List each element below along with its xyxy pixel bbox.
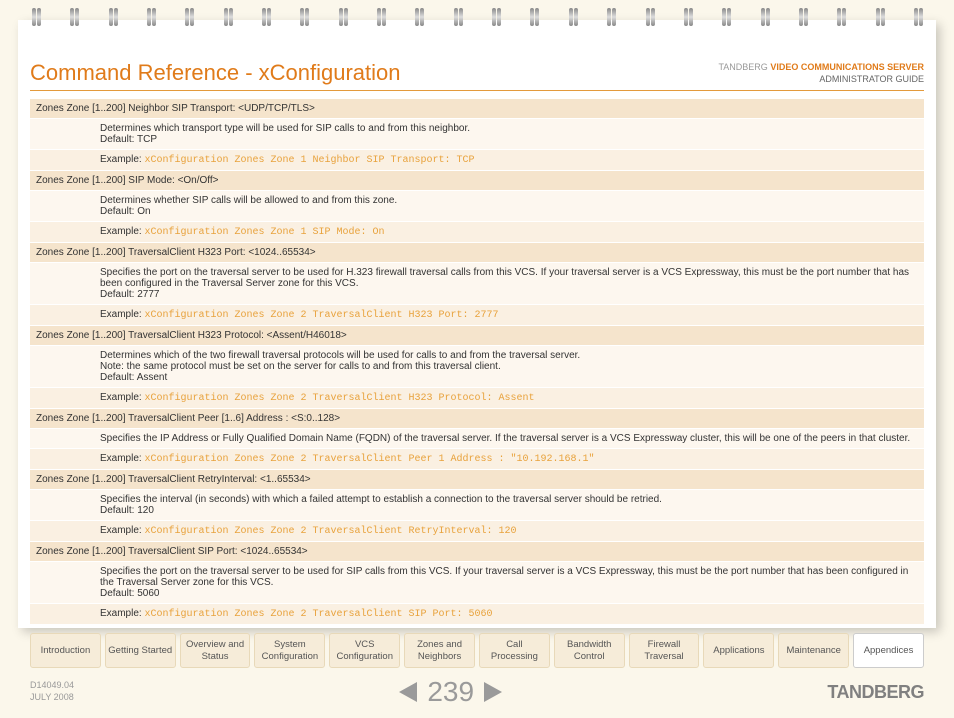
- config-example: Example: xConfiguration Zones Zone 2 Tra…: [30, 604, 924, 625]
- pager: 239: [399, 676, 502, 708]
- tab-zones-and-neighbors[interactable]: Zones and Neighbors: [404, 633, 475, 668]
- tab-system-configuration[interactable]: System Configuration: [254, 633, 325, 668]
- ring-icon: [337, 8, 349, 32]
- ring-icon: [528, 8, 540, 32]
- ring-icon: [68, 8, 80, 32]
- config-heading-row: Zones Zone [1..200] TraversalClient Retr…: [30, 470, 924, 490]
- config-example: Example: xConfiguration Zones Zone 1 SIP…: [30, 222, 924, 243]
- config-heading-row: Zones Zone [1..200] SIP Mode: <On/Off>: [30, 171, 924, 191]
- tab-applications[interactable]: Applications: [703, 633, 774, 668]
- config-heading: Zones Zone [1..200] TraversalClient H323…: [30, 243, 924, 263]
- ring-icon: [107, 8, 119, 32]
- config-desc: Determines which transport type will be …: [30, 119, 924, 150]
- footer-logo: TANDBERG: [827, 682, 924, 703]
- reference-table: Zones Zone [1..200] Neighbor SIP Transpo…: [30, 99, 924, 625]
- ring-icon: [298, 8, 310, 32]
- page-footer: D14049.04 JULY 2008 239 TANDBERG: [30, 676, 924, 708]
- doc-number: D14049.04: [30, 680, 74, 692]
- config-example-row: Example: xConfiguration Zones Zone 2 Tra…: [30, 449, 924, 470]
- ring-icon: [375, 8, 387, 32]
- ring-icon: [682, 8, 694, 32]
- config-example-row: Example: xConfiguration Zones Zone 1 SIP…: [30, 222, 924, 243]
- config-heading-row: Zones Zone [1..200] Neighbor SIP Transpo…: [30, 99, 924, 119]
- ring-icon: [874, 8, 886, 32]
- config-desc: Specifies the interval (in seconds) with…: [30, 490, 924, 521]
- page-number: 239: [427, 676, 474, 708]
- tab-appendices[interactable]: Appendices: [853, 633, 924, 668]
- ring-icon: [567, 8, 579, 32]
- ring-icon: [222, 8, 234, 32]
- tab-firewall-traversal[interactable]: Firewall Traversal: [629, 633, 700, 668]
- config-example-row: Example: xConfiguration Zones Zone 2 Tra…: [30, 305, 924, 326]
- config-example: Example: xConfiguration Zones Zone 2 Tra…: [30, 449, 924, 470]
- guide-label: ADMINISTRATOR GUIDE: [718, 73, 924, 86]
- ring-icon: [452, 8, 464, 32]
- header-right: TANDBERG VIDEO COMMUNICATIONS SERVER ADM…: [718, 61, 924, 86]
- config-heading-row: Zones Zone [1..200] TraversalClient H323…: [30, 326, 924, 346]
- page-title: Command Reference - xConfiguration: [30, 60, 401, 86]
- config-desc: Specifies the IP Address or Fully Qualif…: [30, 429, 924, 449]
- ring-icon: [644, 8, 656, 32]
- config-desc-row: Determines which transport type will be …: [30, 119, 924, 150]
- config-heading-row: Zones Zone [1..200] TraversalClient SIP …: [30, 542, 924, 562]
- config-heading-row: Zones Zone [1..200] TraversalClient H323…: [30, 243, 924, 263]
- config-example: Example: xConfiguration Zones Zone 1 Nei…: [30, 150, 924, 171]
- config-example-row: Example: xConfiguration Zones Zone 2 Tra…: [30, 388, 924, 409]
- document-page: Command Reference - xConfiguration TANDB…: [18, 20, 936, 628]
- config-desc-row: Specifies the interval (in seconds) with…: [30, 490, 924, 521]
- prev-page-arrow-icon[interactable]: [399, 682, 417, 702]
- config-example: Example: xConfiguration Zones Zone 2 Tra…: [30, 521, 924, 542]
- nav-tabs: IntroductionGetting StartedOverview and …: [30, 633, 924, 668]
- config-heading: Zones Zone [1..200] TraversalClient Peer…: [30, 409, 924, 429]
- config-heading: Zones Zone [1..200] TraversalClient SIP …: [30, 542, 924, 562]
- ring-icon: [759, 8, 771, 32]
- config-example-row: Example: xConfiguration Zones Zone 2 Tra…: [30, 521, 924, 542]
- ring-icon: [490, 8, 502, 32]
- config-example-row: Example: xConfiguration Zones Zone 2 Tra…: [30, 604, 924, 625]
- config-example: Example: xConfiguration Zones Zone 2 Tra…: [30, 305, 924, 326]
- product-label: VIDEO COMMUNICATIONS SERVER: [770, 62, 924, 72]
- config-desc-row: Specifies the port on the traversal serv…: [30, 562, 924, 604]
- ring-icon: [413, 8, 425, 32]
- tab-call-processing[interactable]: Call Processing: [479, 633, 550, 668]
- config-heading: Zones Zone [1..200] TraversalClient Retr…: [30, 470, 924, 490]
- ring-icon: [260, 8, 272, 32]
- brand-label: TANDBERG: [718, 62, 767, 72]
- tab-maintenance[interactable]: Maintenance: [778, 633, 849, 668]
- config-desc-row: Specifies the port on the traversal serv…: [30, 263, 924, 305]
- ring-icon: [797, 8, 809, 32]
- config-desc-row: Specifies the IP Address or Fully Qualif…: [30, 429, 924, 449]
- page-header: Command Reference - xConfiguration TANDB…: [30, 60, 924, 91]
- doc-date: JULY 2008: [30, 692, 74, 704]
- tab-vcs-configuration[interactable]: VCS Configuration: [329, 633, 400, 668]
- config-desc: Determines which of the two firewall tra…: [30, 346, 924, 388]
- tab-bandwidth-control[interactable]: Bandwidth Control: [554, 633, 625, 668]
- ring-icon: [145, 8, 157, 32]
- doc-id: D14049.04 JULY 2008: [30, 680, 74, 703]
- config-heading-row: Zones Zone [1..200] TraversalClient Peer…: [30, 409, 924, 429]
- ring-icon: [912, 8, 924, 32]
- next-page-arrow-icon[interactable]: [484, 682, 502, 702]
- ring-icon: [835, 8, 847, 32]
- spiral-binding: [30, 8, 924, 38]
- config-example: Example: xConfiguration Zones Zone 2 Tra…: [30, 388, 924, 409]
- tab-overview-and-status[interactable]: Overview and Status: [180, 633, 251, 668]
- ring-icon: [183, 8, 195, 32]
- config-desc: Determines whether SIP calls will be all…: [30, 191, 924, 222]
- config-heading: Zones Zone [1..200] SIP Mode: <On/Off>: [30, 171, 924, 191]
- ring-icon: [30, 8, 42, 32]
- config-desc-row: Determines whether SIP calls will be all…: [30, 191, 924, 222]
- config-desc-row: Determines which of the two firewall tra…: [30, 346, 924, 388]
- config-heading: Zones Zone [1..200] TraversalClient H323…: [30, 326, 924, 346]
- tab-getting-started[interactable]: Getting Started: [105, 633, 176, 668]
- ring-icon: [720, 8, 732, 32]
- ring-icon: [605, 8, 617, 32]
- config-example-row: Example: xConfiguration Zones Zone 1 Nei…: [30, 150, 924, 171]
- config-desc: Specifies the port on the traversal serv…: [30, 263, 924, 305]
- tab-introduction[interactable]: Introduction: [30, 633, 101, 668]
- config-heading: Zones Zone [1..200] Neighbor SIP Transpo…: [30, 99, 924, 119]
- config-desc: Specifies the port on the traversal serv…: [30, 562, 924, 604]
